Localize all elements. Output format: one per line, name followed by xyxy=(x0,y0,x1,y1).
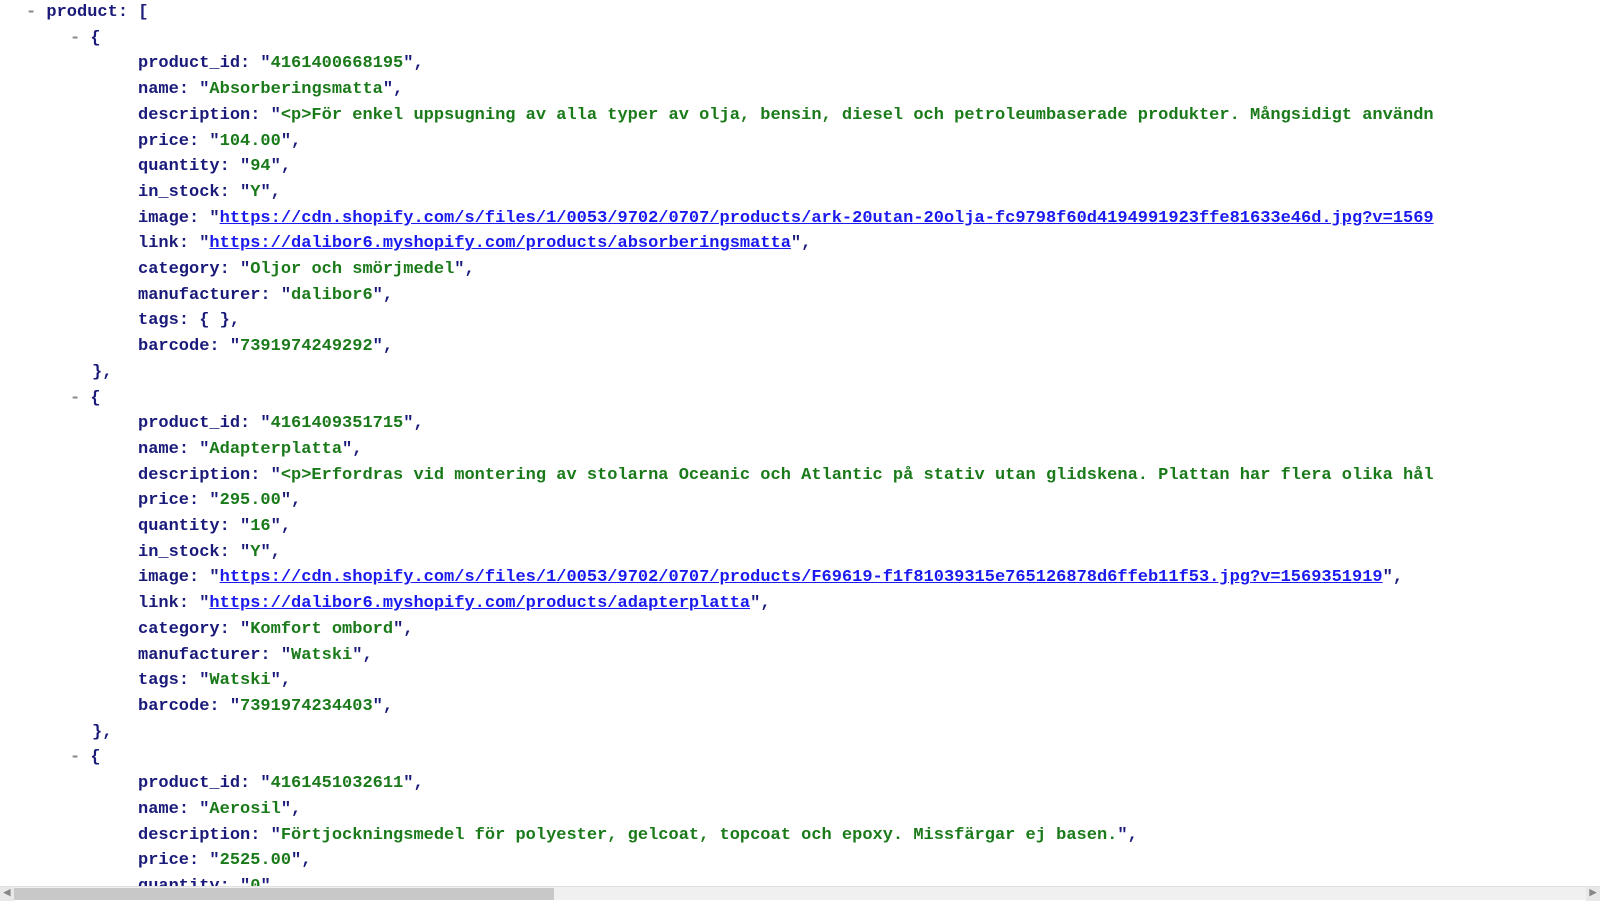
field-tags: tags: { }, xyxy=(0,308,1600,334)
object-open: - { xyxy=(0,26,1600,52)
object-open: - { xyxy=(0,386,1600,412)
field-name: name: "Absorberingsmatta", xyxy=(0,77,1600,103)
collapse-toggle-icon[interactable]: - xyxy=(26,3,46,22)
url-link[interactable]: https://cdn.shopify.com/s/files/1/0053/9… xyxy=(220,209,1434,228)
field-description: description: "Förtjockningsmedel för pol… xyxy=(0,823,1600,849)
field-image: image: "https://cdn.shopify.com/s/files/… xyxy=(0,565,1600,591)
url-link[interactable]: https://cdn.shopify.com/s/files/1/0053/9… xyxy=(220,568,1383,587)
field-manufacturer: manufacturer: "dalibor6", xyxy=(0,283,1600,309)
field-name: name: "Adapterplatta", xyxy=(0,437,1600,463)
field-product-id: product_id: "4161451032611", xyxy=(0,771,1600,797)
url-link[interactable]: https://dalibor6.myshopify.com/products/… xyxy=(209,234,791,253)
field-tags: tags: "Watski", xyxy=(0,668,1600,694)
collapse-toggle-icon[interactable]: - xyxy=(70,29,90,48)
field-barcode: barcode: "7391974234403", xyxy=(0,694,1600,720)
field-category: category: "Oljor och smörjmedel", xyxy=(0,257,1600,283)
field-quantity: quantity: "94", xyxy=(0,154,1600,180)
object-open: - { xyxy=(0,745,1600,771)
collapse-toggle-icon[interactable]: - xyxy=(70,748,90,767)
field-product-id: product_id: "4161400668195", xyxy=(0,51,1600,77)
field-link: link: "https://dalibor6.myshopify.com/pr… xyxy=(0,591,1600,617)
object-close: }, xyxy=(0,720,1600,746)
field-price: price: "295.00", xyxy=(0,488,1600,514)
scroll-thumb[interactable] xyxy=(14,888,554,900)
field-name: name: "Aerosil", xyxy=(0,797,1600,823)
field-in-stock: in_stock: "Y", xyxy=(0,540,1600,566)
field-price: price: "104.00", xyxy=(0,129,1600,155)
field-price: price: "2525.00", xyxy=(0,848,1600,874)
field-description: description: "<p>För enkel uppsugning av… xyxy=(0,103,1600,129)
field-category: category: "Komfort ombord", xyxy=(0,617,1600,643)
field-product-id: product_id: "4161409351715", xyxy=(0,411,1600,437)
field-barcode: barcode: "7391974249292", xyxy=(0,334,1600,360)
scroll-left-button[interactable]: ◀ xyxy=(0,887,14,901)
horizontal-scrollbar[interactable]: ◀ ▶ xyxy=(0,886,1600,900)
scroll-right-button[interactable]: ▶ xyxy=(1586,887,1600,901)
collapse-toggle-icon[interactable]: - xyxy=(70,389,90,408)
field-quantity: quantity: "0", xyxy=(0,874,1600,886)
field-image: image: "https://cdn.shopify.com/s/files/… xyxy=(0,206,1600,232)
object-close: }, xyxy=(0,360,1600,386)
url-link[interactable]: https://dalibor6.myshopify.com/products/… xyxy=(209,594,750,613)
field-manufacturer: manufacturer: "Watski", xyxy=(0,643,1600,669)
field-description: description: "<p>Erfordras vid montering… xyxy=(0,463,1600,489)
field-in-stock: in_stock: "Y", xyxy=(0,180,1600,206)
root-array-open: - product: [ xyxy=(0,0,1600,26)
field-quantity: quantity: "16", xyxy=(0,514,1600,540)
field-link: link: "https://dalibor6.myshopify.com/pr… xyxy=(0,231,1600,257)
json-tree-viewer: - product: [ - { product_id: "4161400668… xyxy=(0,0,1600,886)
